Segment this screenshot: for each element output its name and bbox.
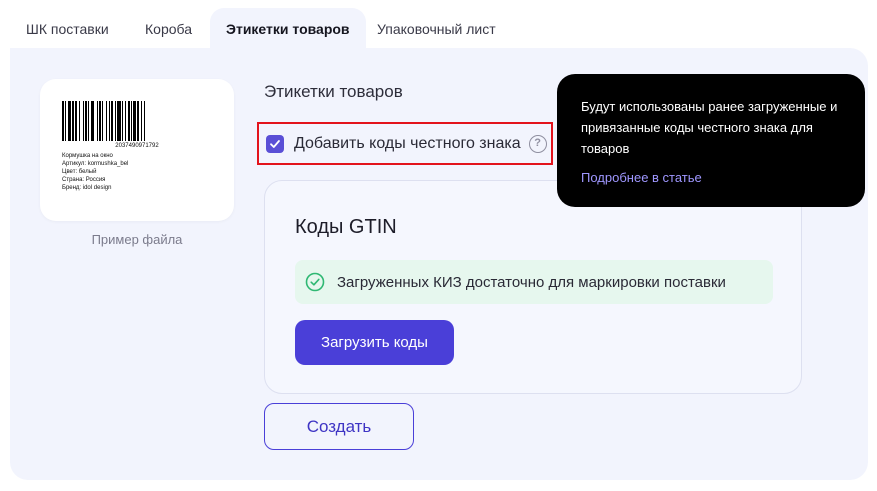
tooltip-article-link[interactable]: Подробнее в статье (581, 170, 702, 185)
checkmark-icon (270, 139, 280, 148)
sample-label-text: Кормушка на окно Артикул: kormushka_bel … (62, 152, 128, 192)
barcode-image (62, 101, 212, 141)
section-title: Этикетки товаров (264, 82, 403, 101)
tab-upakovochnyi-list[interactable]: Упаковочный лист (377, 12, 496, 46)
tab-etiketki-tovarov[interactable]: Этикетки товаров (210, 8, 366, 50)
sample-line: Кормушка на окно (62, 153, 113, 159)
gtin-title: Коды GTIN (295, 216, 397, 238)
tab-shk-postavki[interactable]: ШК поставки (26, 12, 109, 46)
tab-koroba[interactable]: Короба (145, 12, 192, 46)
question-icon[interactable]: ? (528, 134, 547, 153)
honest-sign-checkbox[interactable] (266, 134, 284, 153)
barcode-number: 2037490971792 (115, 143, 159, 149)
check-circle-icon (305, 272, 325, 292)
gtin-card: Коды GTIN Загруженных КИЗ достаточно для… (264, 180, 802, 394)
help-tooltip: Будут использованы ранее загруженные и п… (557, 74, 865, 207)
tooltip-text: Будут использованы ранее загруженные и п… (581, 99, 838, 156)
sample-label-card: 2037490971792 Кормушка на окно Артикул: … (40, 79, 234, 221)
tab-bar: ШК поставки Короба Этикетки товаров Упак… (0, 0, 877, 50)
success-alert: Загруженных КИЗ достаточно для маркировк… (295, 260, 773, 304)
sample-line: Цвет: белый (62, 169, 97, 175)
sample-line: Артикул: kormushka_bel (62, 161, 129, 167)
upload-codes-button[interactable]: Загрузить коды (295, 320, 454, 365)
honest-sign-checkbox-row[interactable]: Добавить коды честного знака ? (257, 122, 553, 165)
sample-caption: Пример файла (91, 232, 183, 247)
success-alert-text: Загруженных КИЗ достаточно для маркировк… (337, 273, 726, 291)
sample-line: Страна: Россия (62, 177, 106, 183)
create-button[interactable]: Создать (264, 403, 414, 450)
sample-line: Бренд: idol design (62, 185, 112, 191)
checkbox-label[interactable]: Добавить коды честного знака (294, 135, 521, 153)
